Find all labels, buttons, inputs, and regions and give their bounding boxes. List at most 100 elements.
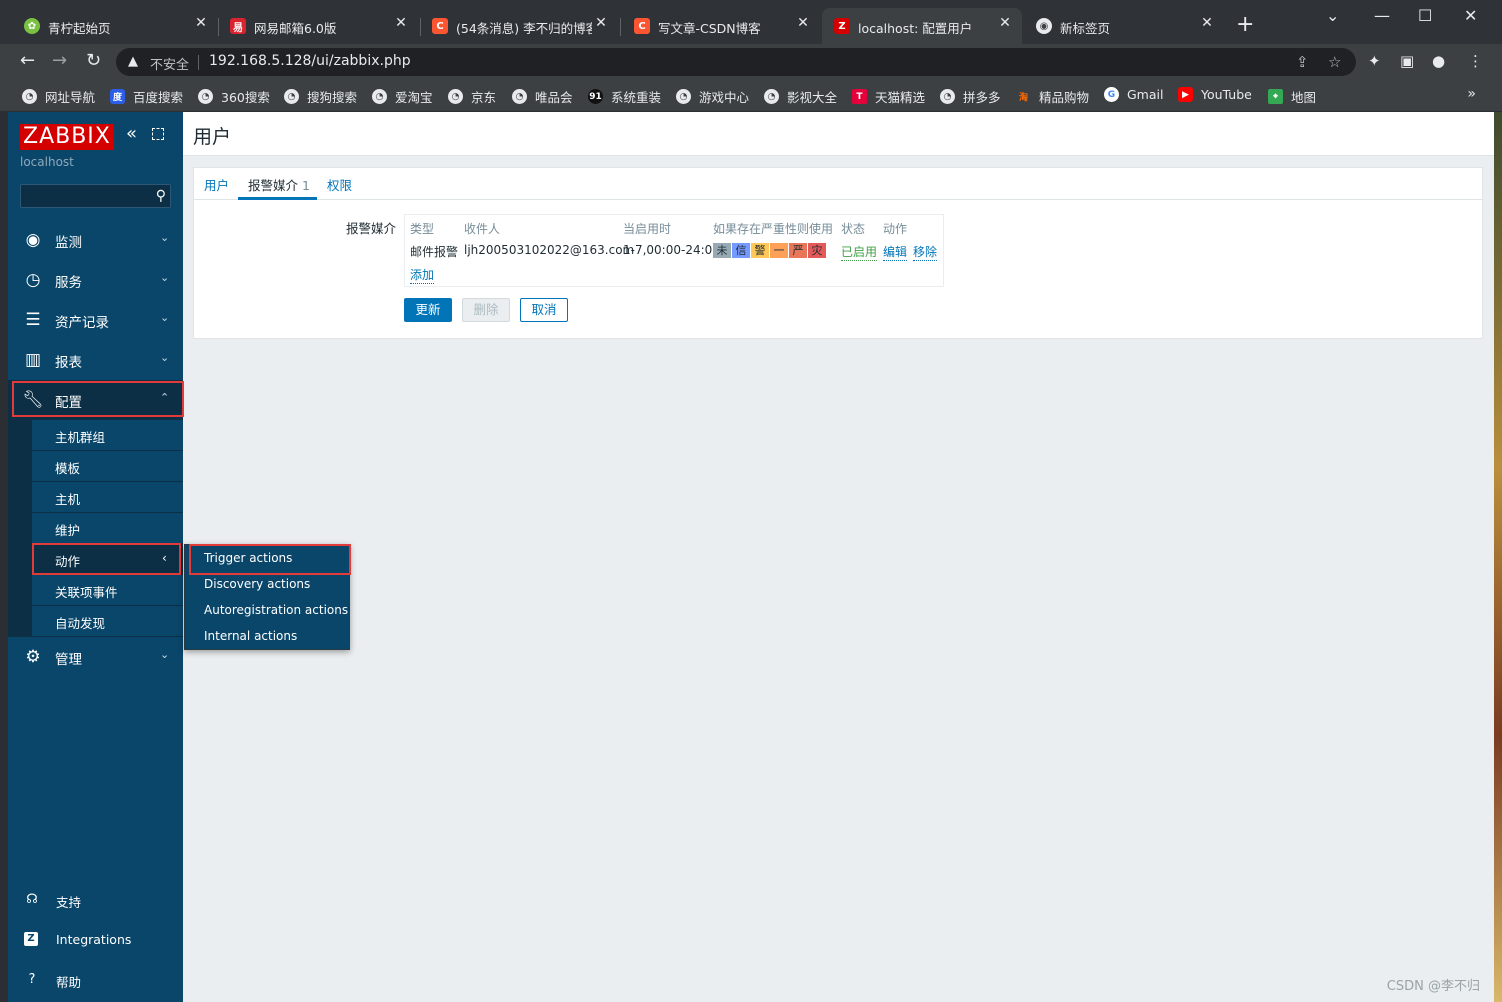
- media-remove-link[interactable]: 移除: [913, 243, 938, 261]
- tab-media[interactable]: 报警媒介 1: [248, 175, 310, 194]
- kebab-menu-icon[interactable]: ⋮: [1468, 52, 1483, 70]
- warning-triangle-icon[interactable]: ▲: [128, 54, 138, 69]
- tab-permissions[interactable]: 权限: [327, 175, 352, 194]
- submenu-maintenance[interactable]: 维护: [32, 513, 183, 543]
- browser-tab-newtab[interactable]: ◉ 新标签页 ✕: [1012, 8, 1224, 44]
- bookmark-item[interactable]: ◔ 爱淘宝: [372, 87, 433, 106]
- insecure-label[interactable]: 不安全: [150, 54, 189, 73]
- bookmark-item[interactable]: ◔ 360搜索: [198, 87, 270, 106]
- popup-internal-actions[interactable]: Internal actions: [185, 624, 349, 650]
- close-icon[interactable]: ✕: [998, 16, 1012, 30]
- tab-user[interactable]: 用户: [204, 175, 229, 194]
- chevron-down-icon: ⌄: [160, 271, 170, 284]
- menu-inventory[interactable]: ☰ 资产记录 ⌄: [8, 300, 183, 340]
- back-arrow-icon[interactable]: ←: [20, 52, 35, 70]
- bookmark-item[interactable]: ◔ 网址导航: [22, 87, 95, 106]
- menu-label: 报表: [55, 355, 82, 371]
- update-button[interactable]: 更新: [404, 298, 452, 322]
- search-icon[interactable]: ⚲: [156, 188, 166, 204]
- forward-arrow-icon[interactable]: →: [52, 52, 67, 70]
- column-header: 类型: [410, 222, 435, 236]
- severity-warning: 警: [751, 243, 769, 258]
- column-header: 如果存在严重性则使用: [713, 222, 834, 236]
- delete-button[interactable]: 删除: [462, 298, 510, 322]
- share-icon[interactable]: ⇪: [1296, 53, 1309, 71]
- maps-icon: ⌖: [1268, 89, 1283, 104]
- browser-tab-netease[interactable]: 易 网易邮箱6.0版 ✕: [206, 8, 418, 44]
- bookmark-item[interactable]: ▶ YouTube: [1178, 87, 1252, 102]
- media-edit-link[interactable]: 编辑: [883, 243, 908, 261]
- minimize-icon[interactable]: —: [1374, 6, 1390, 25]
- bookmark-item[interactable]: ◔ 京东: [448, 87, 496, 106]
- netease-mail-icon: 易: [230, 18, 246, 34]
- bookmark-item[interactable]: ◔ 搜狗搜索: [284, 87, 357, 106]
- bookmark-item[interactable]: G Gmail: [1104, 87, 1163, 102]
- form-tabs: 用户 报警媒介 1 权限: [194, 168, 1482, 200]
- menu-services[interactable]: ◷ 服务 ⌄: [8, 260, 183, 300]
- window-close-icon[interactable]: ✕: [1464, 6, 1477, 25]
- cancel-button[interactable]: 取消: [520, 298, 568, 322]
- new-tab-plus-icon[interactable]: +: [1236, 14, 1254, 36]
- sidebar-help[interactable]: ? 帮助: [8, 960, 183, 1000]
- zabbix-z-icon: Z: [24, 932, 38, 946]
- profile-avatar-icon[interactable]: ●: [1432, 52, 1445, 70]
- csdn-icon: C: [634, 18, 650, 34]
- bookmark-item[interactable]: 91 系统重装: [588, 87, 661, 106]
- tab-label: 写文章-CSDN博客: [658, 21, 761, 36]
- bookmark-item[interactable]: ⌖ 地图: [1268, 87, 1316, 106]
- tab-label: 网易邮箱6.0版: [254, 21, 337, 36]
- bookmarks-overflow-icon[interactable]: »: [1467, 86, 1476, 102]
- star-icon[interactable]: ☆: [1328, 53, 1341, 71]
- bookmark-item[interactable]: 度百度搜索: [110, 87, 183, 106]
- maximize-icon[interactable]: ☐: [1418, 6, 1432, 25]
- severity-average: 一: [770, 243, 788, 258]
- bookmark-item[interactable]: ◔ 拼多多: [940, 87, 1001, 106]
- collapse-sidebar-icon[interactable]: «: [126, 125, 137, 143]
- url-text[interactable]: 192.168.5.128/ui/zabbix.php: [209, 53, 411, 69]
- browser-tab-csdn-write[interactable]: C 写文章-CSDN博客 ✕: [610, 8, 820, 44]
- browser-tab-csdn-blog[interactable]: C (54条消息) 李不归的博客 ✕: [408, 8, 618, 44]
- sidebar-support[interactable]: ☊ 支持: [8, 880, 183, 920]
- close-icon[interactable]: ✕: [594, 16, 608, 30]
- system-reinstall-icon: 91: [588, 89, 603, 104]
- bookmark-item[interactable]: ◔ 唯品会: [512, 87, 573, 106]
- submenu-host-groups[interactable]: 主机群组: [32, 420, 183, 450]
- browser-tab-qingning[interactable]: ✿ 青柠起始页 ✕: [0, 8, 218, 44]
- submenu-templates[interactable]: 模板: [32, 451, 183, 481]
- bookmark-item[interactable]: ◔ 游戏中心: [676, 87, 749, 106]
- submenu-hosts[interactable]: 主机: [32, 482, 183, 512]
- kiosk-mode-icon[interactable]: [152, 128, 164, 140]
- sidebar-integrations[interactable]: Z Integrations: [8, 920, 183, 960]
- address-bar[interactable]: ▲ 不安全 192.168.5.128/ui/zabbix.php ⇪ ☆: [116, 48, 1356, 76]
- media-status-link[interactable]: 已启用: [841, 243, 878, 261]
- submenu-discovery[interactable]: 自动发现: [32, 606, 183, 636]
- tab-search-chevron-icon[interactable]: ⌄: [1326, 6, 1339, 25]
- browser-tab-zabbix[interactable]: Z localhost: 配置用户 ✕: [822, 8, 1022, 44]
- page-header: 用户: [183, 112, 1494, 156]
- sidebar-search-input[interactable]: ⚲: [20, 184, 171, 208]
- extensions-puzzle-icon[interactable]: ✦: [1368, 52, 1381, 70]
- eye-icon: ◉: [25, 230, 41, 250]
- tab-label: localhost: 配置用户: [858, 21, 973, 36]
- bookmark-item[interactable]: ◔ 影视大全: [764, 87, 837, 106]
- bookmark-item[interactable]: 淘精品购物: [1016, 87, 1089, 106]
- google-icon: G: [1104, 87, 1119, 102]
- close-icon[interactable]: ✕: [796, 16, 810, 30]
- side-panel-icon[interactable]: ▣: [1400, 52, 1414, 70]
- popup-discovery-actions[interactable]: Discovery actions: [185, 572, 349, 598]
- popup-autoregistration-actions[interactable]: Autoregistration actions: [185, 598, 349, 624]
- close-icon[interactable]: ✕: [1200, 16, 1214, 30]
- highlight-box: [12, 381, 184, 417]
- reload-icon[interactable]: ↻: [86, 52, 101, 70]
- add-media-link[interactable]: 添加: [410, 266, 435, 284]
- menu-monitoring[interactable]: ◉ 监测 ⌄: [8, 220, 183, 260]
- submenu-event-correlation[interactable]: 关联项事件: [32, 575, 183, 605]
- menu-administration[interactable]: ⚙ 管理 ⌄: [8, 637, 183, 677]
- globe-icon: ◔: [284, 89, 299, 104]
- menu-reports[interactable]: ▥ 报表 ⌄: [8, 340, 183, 380]
- bookmark-item[interactable]: T 天猫精选: [852, 87, 925, 106]
- zabbix-logo[interactable]: ZABBIX: [20, 124, 114, 150]
- close-icon[interactable]: ✕: [394, 16, 408, 30]
- column-header: 收件人: [464, 222, 501, 236]
- help-icon: ?: [28, 972, 36, 987]
